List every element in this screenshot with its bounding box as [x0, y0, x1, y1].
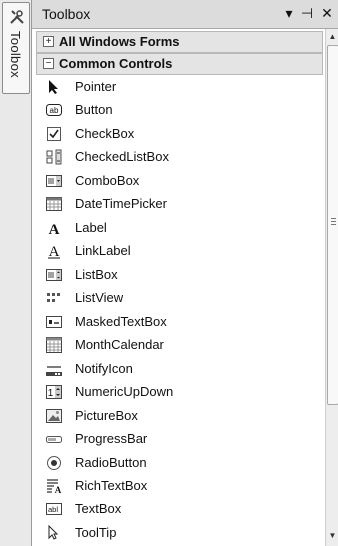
toolbox-list: + All Windows Forms − Common Controls Po…: [32, 29, 325, 546]
notifyicon-icon: [46, 366, 62, 376]
richtextbox-icon: A: [47, 479, 62, 494]
picturebox-icon: [46, 409, 62, 423]
toolbox-item-label: Button: [75, 102, 113, 117]
toolbox-item-label: CheckedListBox: [75, 149, 169, 164]
linklabel-icon: A: [48, 244, 60, 259]
combobox-icon: [46, 175, 62, 187]
toolbox-item-radiobutton[interactable]: RadioButton: [36, 452, 321, 475]
toolbox-item-combobox[interactable]: ComboBox: [36, 170, 321, 193]
scroll-down-icon[interactable]: ▼: [327, 529, 338, 542]
close-button[interactable]: ✕: [318, 4, 336, 22]
radiobutton-icon: [47, 456, 61, 470]
toolbox-item-tooltip[interactable]: ToolTip: [36, 522, 321, 545]
toolbox-item-checkbox[interactable]: CheckBox: [36, 123, 321, 146]
expand-icon[interactable]: +: [43, 36, 54, 47]
checkbox-icon: [47, 127, 61, 141]
toolbox-item-linklabel[interactable]: A LinkLabel: [36, 240, 321, 263]
category-common-controls[interactable]: − Common Controls: [36, 53, 323, 75]
scrollbar-thumb[interactable]: [327, 45, 338, 405]
toolbox-item-listview[interactable]: ListView: [36, 287, 321, 310]
monthcalendar-icon: [46, 337, 62, 353]
toolbox-item-checkedlistbox[interactable]: CheckedListBox: [36, 146, 321, 169]
grip-icon: [331, 218, 336, 219]
toolbox-item-textbox[interactable]: abl TextBox: [36, 498, 321, 521]
toolbox-titlebar: Toolbox ▾ ⊣ ✕: [32, 0, 338, 29]
toolbox-item-listbox[interactable]: ListBox: [36, 264, 321, 287]
scroll-up-icon[interactable]: ▲: [327, 30, 338, 43]
toolbox-item-label: Pointer: [75, 79, 117, 94]
toolbox-item-button[interactable]: ab Button: [36, 99, 321, 122]
listview-icon: [47, 293, 60, 302]
svg-text:abl: abl: [48, 505, 58, 514]
collapse-icon[interactable]: −: [43, 58, 54, 69]
toolbox-item-label: ListBox: [75, 267, 118, 282]
tooltip-icon: [48, 525, 59, 540]
toolbox-item-progressbar[interactable]: ProgressBar: [36, 428, 321, 451]
toolbox-item-label: NotifyIcon: [75, 361, 133, 376]
toolbox-item-label: RadioButton: [75, 455, 147, 470]
toolbox-item-label: ToolTip: [75, 525, 117, 540]
toolbox-side-tab[interactable]: Toolbox: [2, 2, 30, 94]
toolbox-item-label[interactable]: A Label: [36, 217, 321, 240]
auto-hide-pin-button[interactable]: ⊣: [298, 4, 316, 22]
toolbox-item-label: DateTimePicker: [75, 196, 167, 211]
pointer-icon: [49, 80, 58, 94]
category-label: All Windows Forms: [59, 34, 180, 49]
side-tab-label: Toolbox: [8, 31, 23, 78]
button-icon: ab: [46, 104, 62, 116]
svg-text:1: 1: [48, 388, 54, 399]
toolbox-item-pointer[interactable]: Pointer: [36, 76, 321, 99]
toolbox-item-label: RichTextBox: [75, 478, 148, 493]
maskedtextbox-icon: [46, 316, 62, 328]
progressbar-icon: [46, 436, 62, 443]
toolbox-item-maskedtextbox[interactable]: MaskedTextBox: [36, 311, 321, 334]
toolbox-item-label: TextBox: [75, 501, 122, 516]
window-position-button[interactable]: ▾: [280, 4, 298, 22]
tools-icon: [10, 10, 24, 24]
toolbox-item-label: ComboBox: [75, 173, 140, 188]
toolbox-item-monthcalendar[interactable]: MonthCalendar: [36, 334, 321, 357]
toolbox-item-label: CheckBox: [75, 126, 135, 141]
toolbox-item-picturebox[interactable]: PictureBox: [36, 405, 321, 428]
svg-text:A: A: [49, 222, 60, 236]
side-tab-strip: Toolbox: [0, 0, 32, 546]
toolbox-item-numericupdown[interactable]: 1 NumericUpDown: [36, 381, 321, 404]
svg-text:A: A: [55, 485, 62, 494]
toolbox-item-richtextbox[interactable]: A RichTextBox: [36, 475, 321, 498]
category-all-windows-forms[interactable]: + All Windows Forms: [36, 31, 323, 53]
vertical-scrollbar[interactable]: ▲ ▼: [325, 29, 338, 546]
listbox-icon: [46, 269, 62, 281]
toolbox-item-label: PictureBox: [75, 408, 138, 423]
textbox-icon: abl: [46, 503, 62, 515]
toolbox-item-label: MaskedTextBox: [75, 314, 167, 329]
toolbox-title: Toolbox: [42, 6, 91, 22]
toolbox-item-label: ListView: [75, 290, 124, 305]
label-icon: A: [49, 222, 60, 236]
toolbox-item-label: ProgressBar: [75, 431, 148, 446]
checkedlistbox-icon: [46, 149, 62, 165]
svg-text:A: A: [49, 244, 60, 259]
toolbox-item-label: MonthCalendar: [75, 337, 164, 352]
toolbox-item-label: NumericUpDown: [75, 384, 174, 399]
toolbox-item-label: Label: [75, 220, 107, 235]
svg-text:ab: ab: [50, 106, 59, 115]
toolbox-item-datetimepicker[interactable]: DateTimePicker: [36, 193, 321, 216]
numericupdown-icon: 1: [46, 385, 62, 399]
datetimepicker-icon: [46, 197, 62, 211]
toolbox-item-notifyicon[interactable]: NotifyIcon: [36, 358, 321, 381]
toolbox-item-label: LinkLabel: [75, 243, 131, 258]
category-label: Common Controls: [59, 56, 173, 71]
